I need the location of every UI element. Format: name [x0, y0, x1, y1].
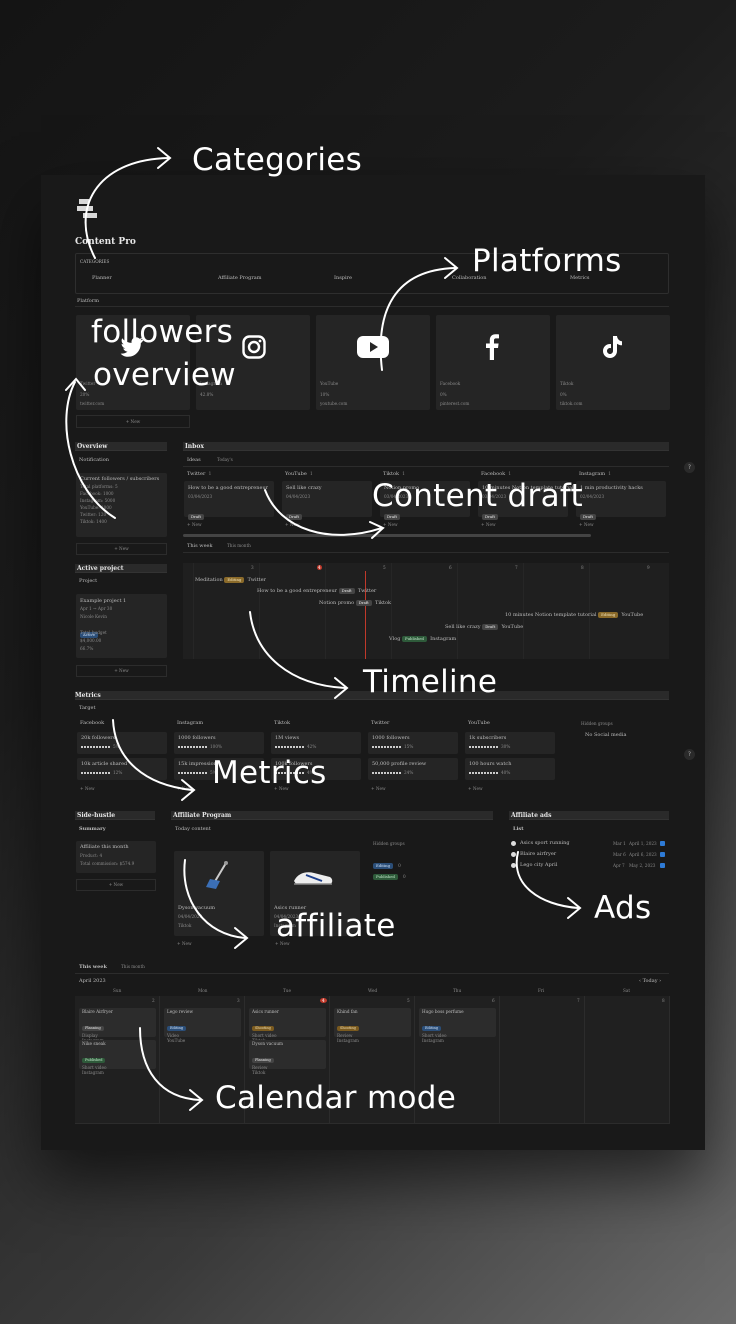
- annotation-followers: followers: [91, 314, 234, 350]
- annotation-overview: overview: [93, 357, 236, 393]
- annotation-categories: Categories: [192, 142, 363, 178]
- annotation-ads: Ads: [594, 890, 652, 926]
- annotation-affiliate: affiliate: [276, 908, 396, 944]
- annotation-arrows: [65, 147, 582, 1111]
- annotation-timeline: Timeline: [363, 664, 498, 700]
- annotation-platforms: Platforms: [472, 243, 622, 279]
- help-icon[interactable]: ?: [684, 462, 695, 473]
- help-icon[interactable]: ?: [684, 749, 695, 760]
- annotation-content-draft: Content draft: [372, 478, 583, 514]
- annotation-metrics: Metrics: [212, 755, 327, 791]
- annotation-calendar-mode: Calendar mode: [215, 1080, 457, 1116]
